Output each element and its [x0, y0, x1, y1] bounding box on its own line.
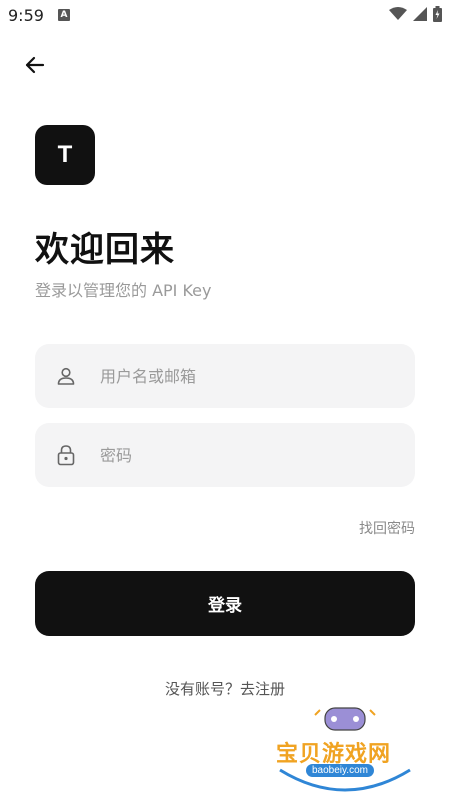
signup-prompt: 没有账号？: [164, 680, 240, 698]
app-logo: T: [35, 125, 95, 185]
status-time: 9:59: [8, 6, 44, 25]
page-title: 欢迎回来: [35, 230, 175, 270]
watermark: 宝贝游戏网 baobeiy.com: [270, 700, 420, 800]
status-icons: [389, 6, 442, 22]
username-field[interactable]: [35, 344, 415, 408]
status-bar: 9:59 A: [0, 0, 450, 32]
watermark-url: baobeiy.com: [306, 764, 374, 777]
forgot-password-link[interactable]: 找回密码: [359, 518, 415, 538]
user-icon: [54, 364, 78, 388]
password-field[interactable]: [35, 423, 415, 487]
signal-icon: [413, 7, 427, 21]
logo-letter: T: [57, 141, 73, 168]
password-input[interactable]: [100, 445, 380, 465]
wifi-icon: [389, 7, 407, 20]
arrow-left-icon: [25, 56, 45, 74]
battery-icon: [433, 6, 442, 22]
page-subtitle: 登录以管理您的 API Key: [35, 281, 212, 300]
signup-row: 没有账号？去注册: [0, 678, 450, 699]
back-button[interactable]: [20, 50, 50, 80]
signup-link[interactable]: 去注册: [240, 680, 285, 698]
login-button[interactable]: 登录: [35, 571, 415, 636]
notification-icon: A: [58, 9, 70, 21]
lock-icon: [54, 443, 78, 467]
username-input[interactable]: [100, 366, 380, 386]
